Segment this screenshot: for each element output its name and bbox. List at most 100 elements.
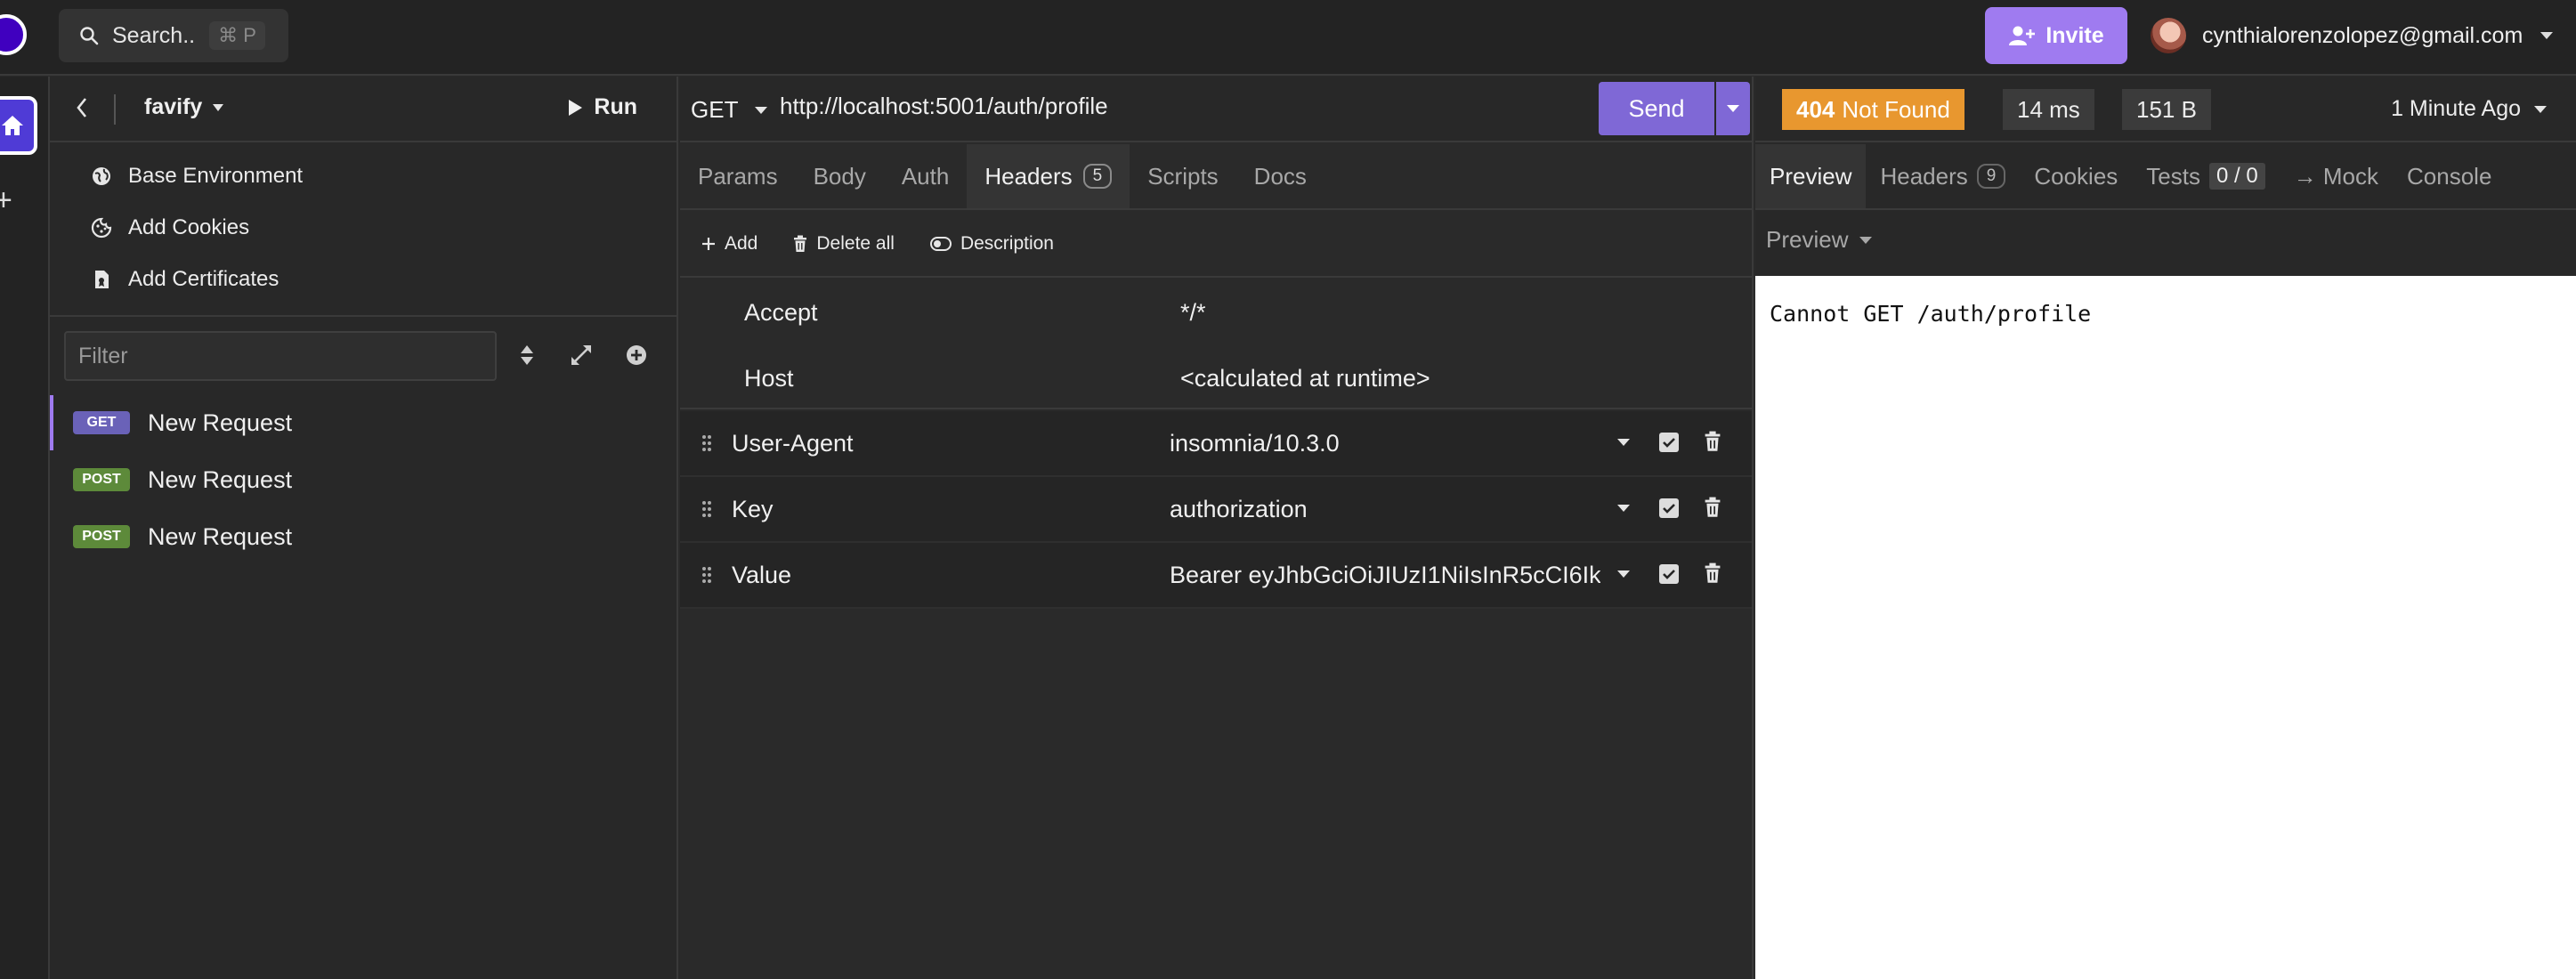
auto-headers: Accept */* Host <calculated at runtime> — [680, 279, 1752, 409]
tab-docs[interactable]: Docs — [1236, 144, 1324, 208]
tab-label: Tests — [2146, 162, 2200, 190]
add-header-button[interactable]: Add — [701, 233, 757, 255]
enable-checkbox[interactable] — [1659, 498, 1679, 518]
tab-console[interactable]: Console — [2393, 144, 2506, 208]
description-toggle[interactable]: Description — [929, 233, 1054, 255]
chevron-down-icon[interactable] — [1616, 504, 1631, 513]
drag-handle-icon[interactable] — [701, 500, 712, 518]
expand-icon[interactable] — [570, 344, 593, 367]
sort-icon[interactable] — [520, 344, 534, 367]
base-environment-link[interactable]: Base Environment — [91, 164, 303, 189]
invite-label: Invite — [2045, 22, 2104, 48]
tab-params[interactable]: Params — [680, 144, 796, 208]
request-item[interactable]: POST New Request — [50, 509, 676, 564]
response-size: 151 B — [2122, 89, 2211, 130]
home-button[interactable] — [0, 96, 37, 155]
run-button[interactable]: Run — [567, 94, 637, 120]
auto-header-row: Accept */* — [680, 279, 1752, 345]
base-environment-label: Base Environment — [128, 164, 304, 188]
method-badge: POST — [73, 525, 130, 548]
search-shortcut: ⌘ P — [209, 21, 265, 50]
chevron-down-icon — [1726, 104, 1740, 113]
description-label: Description — [960, 233, 1054, 254]
header-value-input[interactable]: authorization — [1170, 496, 1600, 523]
header-name-input[interactable]: Key — [732, 496, 774, 523]
tab-tests[interactable]: Tests 0 / 0 — [2132, 144, 2279, 208]
tab-label: Scripts — [1147, 162, 1219, 190]
sidebar: favify Run Base Environment Add Cookies … — [50, 77, 678, 979]
header-name-input[interactable]: User-Agent — [732, 430, 854, 457]
project-selector[interactable]: favify — [144, 94, 225, 120]
preview-mode-select[interactable]: Preview — [1766, 226, 1873, 254]
add-certificates-link[interactable]: Add Certificates — [91, 267, 279, 292]
chevron-down-icon — [211, 103, 225, 112]
method-badge: GET — [73, 411, 130, 434]
trash-icon[interactable] — [1704, 562, 1721, 584]
tab-label: Params — [698, 162, 778, 190]
chevron-down-icon — [754, 106, 768, 115]
app-logo-icon[interactable] — [0, 14, 27, 55]
back-arrow-icon[interactable] — [75, 96, 89, 119]
add-cookies-label: Add Cookies — [128, 215, 250, 239]
send-button[interactable]: Send — [1599, 82, 1714, 135]
headers-toolbar: Add Delete all Description — [680, 212, 1752, 278]
status-text: Not Found — [1842, 95, 1950, 123]
header-value-input[interactable]: insomnia/10.3.0 — [1170, 430, 1600, 457]
delete-all-button[interactable]: Delete all — [793, 233, 895, 255]
trash-icon[interactable] — [1704, 497, 1721, 518]
add-circle-icon[interactable] — [625, 344, 648, 367]
response-status-bar: 404 Not Found 14 ms 151 B 1 Minute Ago — [1755, 77, 2576, 142]
tab-mock[interactable]: → Mock — [2280, 144, 2393, 208]
drag-handle-icon[interactable] — [701, 566, 712, 584]
tab-label: Cookies — [2034, 162, 2118, 190]
tab-label: Console — [2407, 162, 2492, 190]
add-project-icon[interactable]: + — [0, 183, 12, 218]
tab-scripts[interactable]: Scripts — [1130, 144, 1235, 208]
header-name-input[interactable]: Value — [732, 562, 791, 589]
user-menu[interactable]: cynthialorenzolopez@gmail.com — [2151, 11, 2555, 61]
response-time: 14 ms — [2003, 89, 2094, 130]
enable-checkbox[interactable] — [1659, 564, 1679, 584]
url-input[interactable] — [780, 93, 1367, 120]
tab-label: Headers — [984, 162, 1073, 190]
status-code: 404 — [1796, 95, 1835, 123]
header-value-input[interactable]: Bearer eyJhbGciOiJIUzI1NiIsInR5cCI6Ikp — [1170, 562, 1600, 589]
trash-icon[interactable] — [1704, 431, 1721, 452]
cookie-icon — [91, 217, 112, 239]
tab-label: → Mock — [2293, 162, 2379, 190]
tab-cookies[interactable]: Cookies — [2020, 144, 2132, 208]
tab-preview[interactable]: Preview — [1755, 144, 1867, 208]
request-name: New Request — [148, 522, 293, 550]
header-divider — [114, 94, 116, 125]
tab-body[interactable]: Body — [796, 144, 884, 208]
tab-label: Preview — [1770, 162, 1852, 190]
header-name: Accept — [744, 299, 818, 326]
request-item[interactable]: GET New Request — [50, 395, 676, 450]
tab-auth[interactable]: Auth — [884, 144, 968, 208]
send-options-button[interactable] — [1716, 82, 1750, 135]
headers-count-badge: 5 — [1082, 164, 1113, 189]
tab-label: Auth — [901, 162, 950, 190]
response-history-selector[interactable]: 1 Minute Ago — [2391, 96, 2548, 122]
chevron-down-icon[interactable] — [1616, 570, 1631, 578]
response-tabs: Preview Headers 9 Cookies Tests 0 / 0 → … — [1755, 144, 2576, 210]
drag-handle-icon[interactable] — [701, 434, 712, 452]
search-button[interactable]: Search.. ⌘ P — [59, 9, 288, 62]
header-row: Key authorization — [680, 477, 1752, 543]
auto-header-row: Host <calculated at runtime> — [680, 345, 1752, 411]
tests-count-badge: 0 / 0 — [2208, 163, 2265, 190]
top-bar: Search.. ⌘ P Invite cynthialorenzolopez@… — [0, 0, 2576, 76]
filter-input[interactable] — [64, 331, 497, 381]
method-select[interactable]: GET — [691, 96, 768, 124]
request-item[interactable]: POST New Request — [50, 452, 676, 507]
tab-response-headers[interactable]: Headers 9 — [1866, 144, 2020, 208]
request-name: New Request — [148, 465, 293, 493]
chevron-down-icon[interactable] — [1616, 438, 1631, 447]
time-ago-label: 1 Minute Ago — [2391, 96, 2521, 121]
enable-checkbox[interactable] — [1659, 433, 1679, 452]
add-cookies-link[interactable]: Add Cookies — [91, 215, 249, 240]
invite-button[interactable]: Invite — [1985, 7, 2127, 64]
header-value: */* — [1180, 299, 1206, 326]
tab-headers[interactable]: Headers 5 — [967, 144, 1130, 208]
plus-icon — [701, 237, 716, 251]
